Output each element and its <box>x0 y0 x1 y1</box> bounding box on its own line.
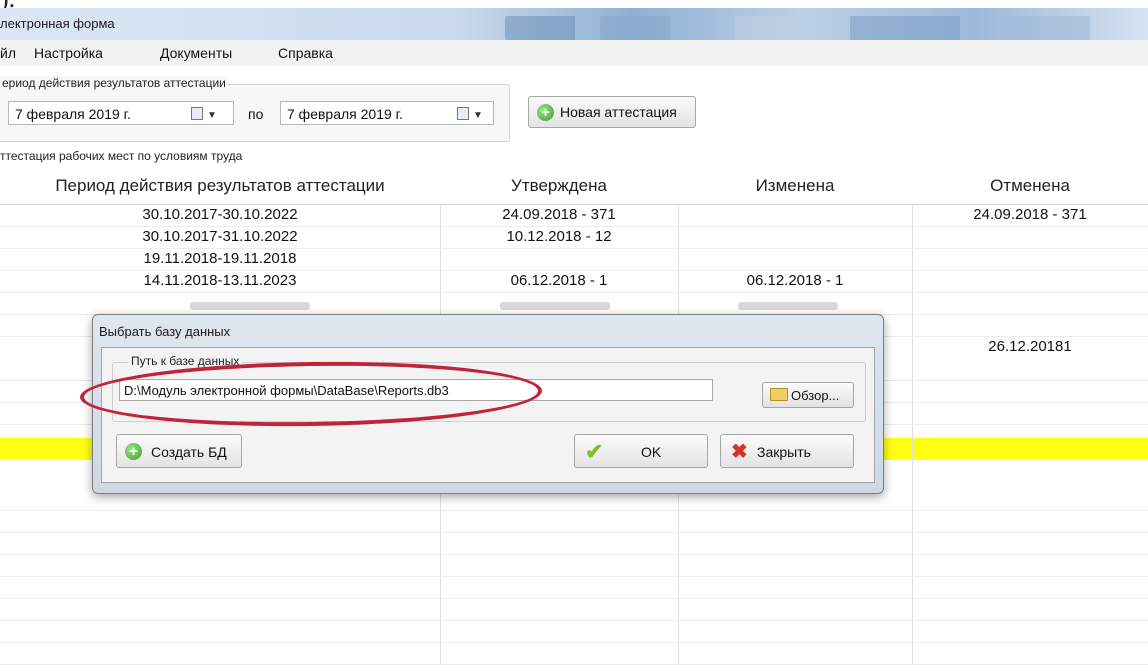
create-db-button[interactable]: + Создать БД <box>116 434 242 468</box>
folder-icon <box>770 388 788 401</box>
caption-text: ). <box>0 0 15 8</box>
close-button[interactable]: ✖ Закрыть <box>720 434 854 468</box>
plus-icon: + <box>125 443 142 460</box>
table-row[interactable] <box>0 642 1148 665</box>
date-to-separator: по <box>248 106 264 122</box>
checkmark-icon: ✔ <box>585 439 604 464</box>
date-from-field[interactable]: 7 февраля 2019 г. ▼ <box>8 101 234 125</box>
chevron-down-icon: ▼ <box>207 110 217 121</box>
cell-period: 30.10.2017-30.10.2022 <box>142 206 298 223</box>
obscured-cell <box>738 302 838 310</box>
menu-bar: йл Настройка Документы Справка <box>0 40 1148 66</box>
plus-icon: + <box>537 104 554 121</box>
date-from-picker-button[interactable]: ▼ <box>191 106 219 122</box>
calendar-icon <box>457 107 469 120</box>
cell-approved: 10.12.2018 - 12 <box>506 228 612 245</box>
taskbar-thumbnail <box>505 16 575 40</box>
table-row[interactable]: 30.10.2017-31.10.2022 10.12.2018 - 12 <box>0 226 1148 249</box>
browse-button[interactable]: Обзор... <box>762 382 854 408</box>
menu-file[interactable]: йл <box>0 45 16 61</box>
obscured-cell <box>190 302 310 310</box>
column-header-cancelled[interactable]: Отменена <box>912 176 1148 196</box>
ok-label: OK <box>641 444 662 460</box>
calendar-icon <box>191 107 203 120</box>
create-db-label: Создать БД <box>151 444 227 460</box>
menu-documents[interactable]: Документы <box>160 45 232 61</box>
table-row[interactable]: 14.11.2018-13.11.2023 06.12.2018 - 1 06.… <box>0 270 1148 293</box>
taskbar-thumbnail <box>735 16 795 40</box>
cell-cancelled: 26.12.20181 <box>988 338 1072 355</box>
cell-changed: 06.12.2018 - 1 <box>746 272 844 289</box>
section-label: ттестация рабочих мест по условиям труда <box>0 149 243 163</box>
cell-cancelled: 24.09.2018 - 371 <box>973 206 1087 223</box>
table-row[interactable] <box>0 532 1148 555</box>
table-row[interactable]: 30.10.2017-30.10.2022 24.09.2018 - 371 2… <box>0 204 1148 227</box>
table-row[interactable] <box>0 576 1148 599</box>
cell-period: 19.11.2018-19.11.2018 <box>143 250 297 267</box>
taskbar-thumbnail <box>1000 16 1090 40</box>
cell-approved: 24.09.2018 - 371 <box>502 206 616 223</box>
cell-period: 30.10.2017-31.10.2022 <box>142 228 298 245</box>
window-title: лектронная форма <box>0 16 115 31</box>
window-titlebar: лектронная форма <box>0 8 1148 40</box>
filter-group-label: ериод действия результатов аттестации <box>0 76 228 90</box>
table-row[interactable] <box>0 292 1148 315</box>
taskbar-thumbnail <box>850 16 960 40</box>
new-attestation-button[interactable]: + Новая аттестация <box>528 96 696 128</box>
table-row[interactable]: 19.11.2018-19.11.2018 <box>0 248 1148 271</box>
table-row[interactable] <box>0 598 1148 621</box>
date-to-field[interactable]: 7 февраля 2019 г. ▼ <box>280 101 494 125</box>
chevron-down-icon: ▼ <box>473 110 483 121</box>
grid-header: Период действия результатов аттестации У… <box>0 166 1148 205</box>
new-attestation-label: Новая аттестация <box>560 104 677 120</box>
menu-settings[interactable]: Настройка <box>34 45 103 61</box>
date-to-value: 7 февраля 2019 г. <box>287 106 403 122</box>
table-row[interactable] <box>0 554 1148 577</box>
browse-label: Обзор... <box>791 388 840 403</box>
date-from-value: 7 февраля 2019 г. <box>15 106 131 122</box>
column-header-approved[interactable]: Утверждена <box>440 176 678 196</box>
dialog-title: Выбрать базу данных <box>99 324 231 339</box>
close-icon: ✖ <box>731 441 748 463</box>
close-label: Закрыть <box>757 444 811 460</box>
table-row[interactable] <box>0 620 1148 643</box>
cell-period: 14.11.2018-13.11.2023 <box>143 272 297 289</box>
menu-help[interactable]: Справка <box>278 45 333 61</box>
cell-approved: 06.12.2018 - 1 <box>510 272 608 289</box>
column-header-changed[interactable]: Изменена <box>678 176 912 196</box>
table-row[interactable] <box>0 510 1148 533</box>
obscured-cell <box>500 302 610 310</box>
taskbar-thumbnail <box>600 16 670 40</box>
document-caption: ). <box>0 0 1148 8</box>
date-to-picker-button[interactable]: ▼ <box>457 106 485 122</box>
column-header-period[interactable]: Период действия результатов аттестации <box>0 176 440 196</box>
ok-button[interactable]: ✔ OK <box>574 434 708 468</box>
